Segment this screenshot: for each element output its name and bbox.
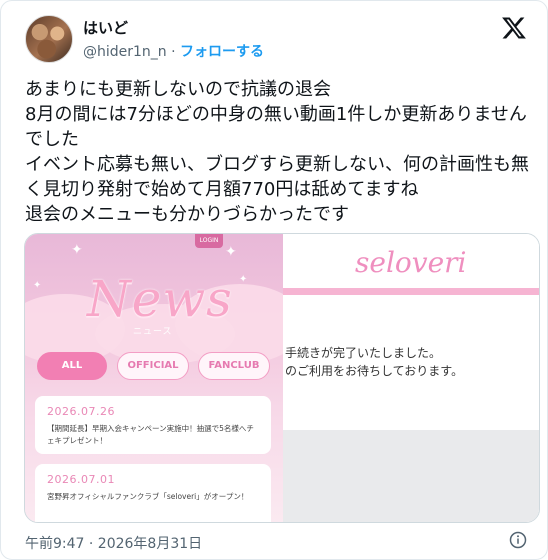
tweet-timestamp[interactable]: 午前9:47 · 2026年8月31日 (25, 533, 202, 553)
header-bar (283, 288, 539, 295)
site-header: seloveri (283, 234, 539, 288)
news-heading: News (87, 270, 233, 328)
completion-message: 手続きが完了いたしました。 (285, 346, 442, 360)
news-item: 2026.07.26 【期間延長】早期入会キャンペーン実施中！抽選で5名様へチェ… (35, 396, 271, 454)
avatar[interactable] (25, 15, 73, 63)
media-container[interactable]: LOGIN ✦ ✦ ✦ ✦ News ニュース ALL OFFICIAL FAN… (24, 233, 540, 523)
completion-message: のご利用をお待ちしております。 (285, 364, 464, 378)
follow-button[interactable]: フォローする (180, 44, 264, 60)
tweet-card: はいど @hider1n_n · フォローする あまりにも更新しないので抗議の退… (0, 0, 548, 560)
tab-all: ALL (37, 352, 107, 380)
x-logo-icon[interactable] (501, 15, 527, 41)
login-button: LOGIN (195, 234, 223, 248)
news-subheading: ニュース (133, 327, 173, 337)
tweet-text: あまりにも更新しないので抗議の退会 8月の間には7分ほどの中身の無い動画1件しか… (25, 79, 529, 225)
news-date: 2026.07.01 (47, 473, 115, 486)
tab-official: OFFICIAL (117, 352, 189, 380)
star-icon: ✦ (33, 280, 42, 291)
tab-fanclub: FANCLUB (198, 352, 270, 380)
info-icon[interactable] (509, 531, 527, 549)
news-date: 2026.07.26 (47, 405, 115, 418)
star-icon: ✦ (239, 274, 248, 285)
display-name[interactable]: はいど (83, 17, 128, 38)
news-item: 2026.07.01 宮野昇オフィシャルファンクラブ「seloveri」がオープ… (35, 464, 271, 522)
media-image-news[interactable]: LOGIN ✦ ✦ ✦ ✦ News ニュース ALL OFFICIAL FAN… (25, 234, 283, 522)
handle[interactable]: @hider1n_n (83, 44, 167, 60)
news-body: 宮野昇オフィシャルファンクラブ「seloveri」がオープン！ (47, 492, 249, 501)
star-icon: ✦ (71, 242, 83, 258)
separator: · (171, 44, 176, 60)
news-body: 【期間延長】早期入会キャンペーン実施中！抽選で5名様へチェキプレゼント！ (47, 424, 254, 445)
footer-area (283, 430, 539, 522)
media-image-withdrawal[interactable]: seloveri 手続きが完了いたしました。 のご利用をお待ちしております。 (283, 234, 539, 522)
star-icon: ✦ (225, 244, 237, 260)
site-logo: seloveri (355, 246, 467, 279)
handle-row: @hider1n_n · フォローする (83, 41, 264, 61)
